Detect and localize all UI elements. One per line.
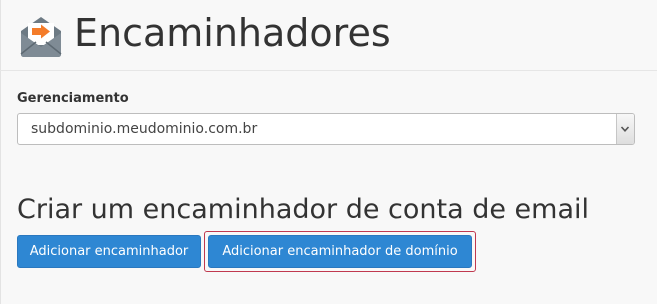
email-forwarder-icon	[17, 11, 65, 59]
page-title: Encaminhadores	[74, 11, 391, 55]
create-forwarder-heading: Criar um encaminhador de conta de email	[17, 194, 590, 225]
domain-select[interactable]: subdominio.meudominio.com.br	[17, 113, 635, 145]
management-label: Gerenciamento	[17, 91, 129, 106]
chevron-down-icon	[620, 126, 630, 132]
add-forwarder-button[interactable]: Adicionar encaminhador	[17, 235, 201, 268]
domain-select-value: subdominio.meudominio.com.br	[31, 121, 258, 137]
highlight-outline: Adicionar encaminhador de domínio	[204, 231, 476, 272]
select-dropdown-toggle[interactable]	[616, 114, 634, 144]
page-header: Encaminhadores	[0, 0, 657, 71]
add-domain-forwarder-button[interactable]: Adicionar encaminhador de domínio	[208, 235, 472, 268]
